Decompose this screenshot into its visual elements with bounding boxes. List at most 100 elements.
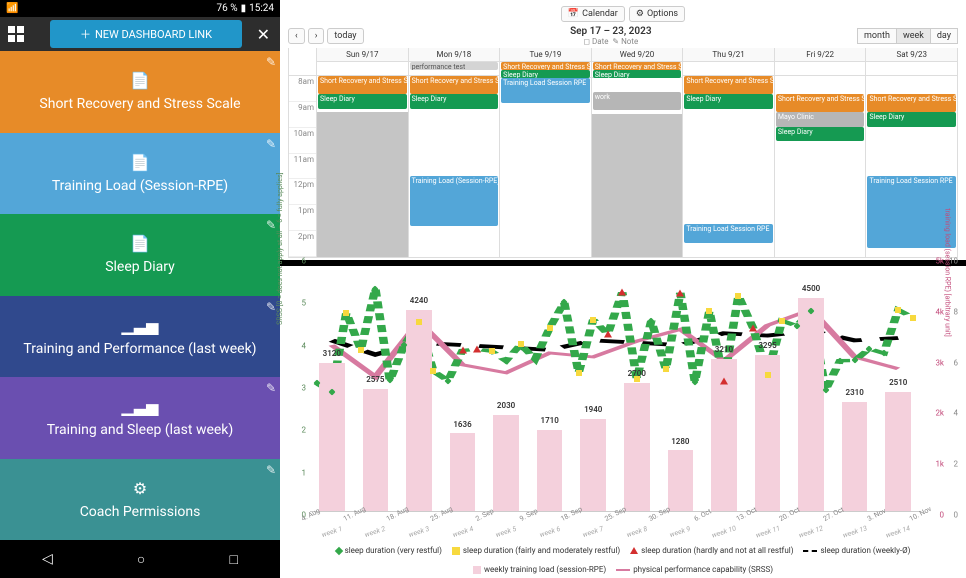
x-axis: 4. Aug11. Aug18. Aug25. Aug2. Sep9. Sep1… xyxy=(310,514,920,544)
tile-srss[interactable]: ✎ 📄 Short Recovery and Stress Scale xyxy=(0,51,280,132)
calendar-day-column[interactable]: Tue 9/19Short Recovery and Stress ScaleS… xyxy=(500,48,592,257)
bar-value-label: 2575 xyxy=(366,375,384,384)
allday-row: Short Recovery and Stress ScaleSleep Dia… xyxy=(500,62,591,78)
calendar-widget: 📅Calendar ⚙Options ‹ › today Sep 17 – 23… xyxy=(280,0,966,260)
calendar-day-column[interactable]: Fri 9/22Short Recovery and Stress ScaleM… xyxy=(775,48,867,257)
x-tick-week: week 8 xyxy=(625,525,648,539)
prev-week-button[interactable]: ‹ xyxy=(288,28,305,44)
calendar-day-column[interactable]: Mon 9/18performance test Short Recovery a… xyxy=(409,48,501,257)
calendar-event[interactable]: Short Recovery and Stress Scale xyxy=(318,76,407,94)
calendar-event[interactable]: Sleep Diary xyxy=(867,112,956,126)
today-button[interactable]: today xyxy=(327,28,363,44)
document-icon: 📄 xyxy=(130,234,150,253)
calendar-event[interactable]: Short Recovery and Stress Scale xyxy=(410,76,499,94)
y-axis-left: SRSS [0 = does not apply at all – 6 = fu… xyxy=(286,270,308,524)
view-week-button[interactable]: week xyxy=(896,28,931,44)
edit-icon[interactable]: ✎ xyxy=(266,381,276,395)
x-tick-week: week 7 xyxy=(582,525,605,539)
tile-training-load[interactable]: ✎ 📄 Training Load (Session-RPE) xyxy=(0,133,280,214)
diamond-icon xyxy=(334,546,342,554)
allday-event[interactable]: Sleep Diary xyxy=(501,70,590,78)
plus-icon: ＋ xyxy=(80,26,91,42)
allday-event[interactable]: performance test xyxy=(410,62,499,70)
line-icon xyxy=(616,569,630,571)
calendar-day-column[interactable]: Thu 9/21Short Recovery and Stress ScaleS… xyxy=(683,48,775,257)
sleep-marker xyxy=(634,376,640,382)
tile-training-sleep[interactable]: ✎ ▁▃▅ Training and Sleep (last week) xyxy=(0,377,280,458)
sleep-marker xyxy=(765,372,771,378)
calendar-event[interactable]: work xyxy=(593,92,682,110)
hour-label: 1pm xyxy=(289,205,316,231)
view-month-button[interactable]: month xyxy=(857,28,897,44)
document-icon: 📄 xyxy=(130,71,150,90)
dash-line-icon xyxy=(803,550,817,552)
allday-event[interactable]: Sleep Diary xyxy=(593,70,682,78)
calendar-event[interactable]: Short Recovery and Stress Scale xyxy=(684,76,773,94)
x-tick-week: week 3 xyxy=(408,525,431,539)
options-button[interactable]: ⚙Options xyxy=(629,6,685,22)
hour-label: 2pm xyxy=(289,231,316,257)
calendar-event[interactable]: Short Recovery and Stress Scale xyxy=(867,94,956,112)
document-icon: 📄 xyxy=(130,153,150,172)
triangle-icon xyxy=(630,547,638,554)
calendar-event[interactable]: Mayo Clinic xyxy=(776,112,865,126)
edit-icon[interactable]: ✎ xyxy=(266,300,276,314)
android-status-bar: 📶 76 % ▮ 15:24 xyxy=(0,0,280,17)
plot-area: 3120257542401636203017101940270012803210… xyxy=(310,274,920,512)
tile-training-performance[interactable]: ✎ ▁▃▅ Training and Performance (last wee… xyxy=(0,296,280,377)
mobile-panel: 📶 76 % ▮ 15:24 ＋ NEW DASHBOARD LINK ✕ ✎ … xyxy=(0,0,280,578)
sleep-marker xyxy=(576,370,582,376)
calendar-event[interactable]: Sleep Diary xyxy=(776,127,865,141)
edit-icon[interactable]: ✎ xyxy=(266,218,276,232)
allday-event[interactable]: Short Recovery and Stress Scale xyxy=(501,62,590,70)
chart-bar xyxy=(319,363,345,511)
sleep-marker xyxy=(547,325,553,331)
edit-icon[interactable]: ✎ xyxy=(266,463,276,477)
chart-bar xyxy=(580,419,606,511)
home-icon[interactable]: ○ xyxy=(137,551,145,568)
allday-event[interactable]: Short Recovery and Stress Scale xyxy=(593,62,682,70)
calendar-event[interactable]: Short Recovery and Stress Scale xyxy=(776,94,865,112)
calendar-event[interactable]: Sleep Diary xyxy=(410,94,499,108)
x-tick-week: week 1 xyxy=(320,525,343,539)
chart-bar xyxy=(624,383,650,511)
edit-icon[interactable]: ✎ xyxy=(266,137,276,151)
sleep-marker xyxy=(779,318,785,324)
day-body[interactable]: Short Recovery and Stress ScaleMayo Clin… xyxy=(775,76,866,257)
x-tick-week: week 14 xyxy=(885,524,911,539)
chart-bar xyxy=(406,310,432,511)
calendar-event[interactable]: Training Load Session RPE xyxy=(501,78,590,103)
calendar-event[interactable]: Training Load Session RPE xyxy=(684,224,773,242)
day-body[interactable]: work xyxy=(592,78,683,257)
close-icon[interactable]: ✕ xyxy=(257,25,270,44)
new-link-label: NEW DASHBOARD LINK xyxy=(95,28,212,41)
calendar-day-column[interactable]: Wed 9/20Short Recovery and Stress ScaleS… xyxy=(592,48,684,257)
day-header: Tue 9/19 xyxy=(500,48,591,62)
calendar-event[interactable]: Training Load (Session-RPE) xyxy=(410,176,499,227)
day-body[interactable]: Short Recovery and Stress ScaleSleep Dia… xyxy=(683,76,774,257)
x-tick-week: week 6 xyxy=(538,525,561,539)
back-icon[interactable]: ◁ xyxy=(42,551,53,567)
day-body[interactable]: Short Recovery and Stress ScaleSleep Dia… xyxy=(409,76,500,257)
new-dashboard-link-button[interactable]: ＋ NEW DASHBOARD LINK xyxy=(50,20,242,48)
chart-bar xyxy=(537,430,563,511)
day-header: Mon 9/18 xyxy=(409,48,500,62)
next-week-button[interactable]: › xyxy=(308,28,325,44)
calendar-event[interactable]: Sleep Diary xyxy=(318,94,407,108)
edit-icon[interactable]: ✎ xyxy=(266,55,276,69)
view-day-button[interactable]: day xyxy=(930,28,958,44)
day-body[interactable]: Training Load Session RPE xyxy=(500,78,591,257)
tile-coach-permissions[interactable]: ✎ ⚙ Coach Permissions xyxy=(0,459,280,540)
apps-grid-icon[interactable] xyxy=(8,26,24,42)
recent-icon[interactable]: □ xyxy=(229,551,237,568)
calendar-day-column[interactable]: Sun 9/17Short Recovery and Stress ScaleS… xyxy=(317,48,409,257)
sleep-marker xyxy=(489,348,495,354)
sleep-marker xyxy=(604,331,612,338)
x-tick-week: week 12 xyxy=(798,524,824,539)
allday-row: Short Recovery and Stress ScaleSleep Dia… xyxy=(592,62,683,78)
day-body[interactable]: Short Recovery and Stress ScaleSleep Dia… xyxy=(317,76,408,257)
calendar-event[interactable]: Sleep Diary xyxy=(684,94,773,108)
calendar-tab-button[interactable]: 📅Calendar xyxy=(561,6,625,22)
tile-sleep-diary[interactable]: ✎ 📄 Sleep Diary xyxy=(0,214,280,295)
battery-text: 76 % xyxy=(217,3,238,14)
